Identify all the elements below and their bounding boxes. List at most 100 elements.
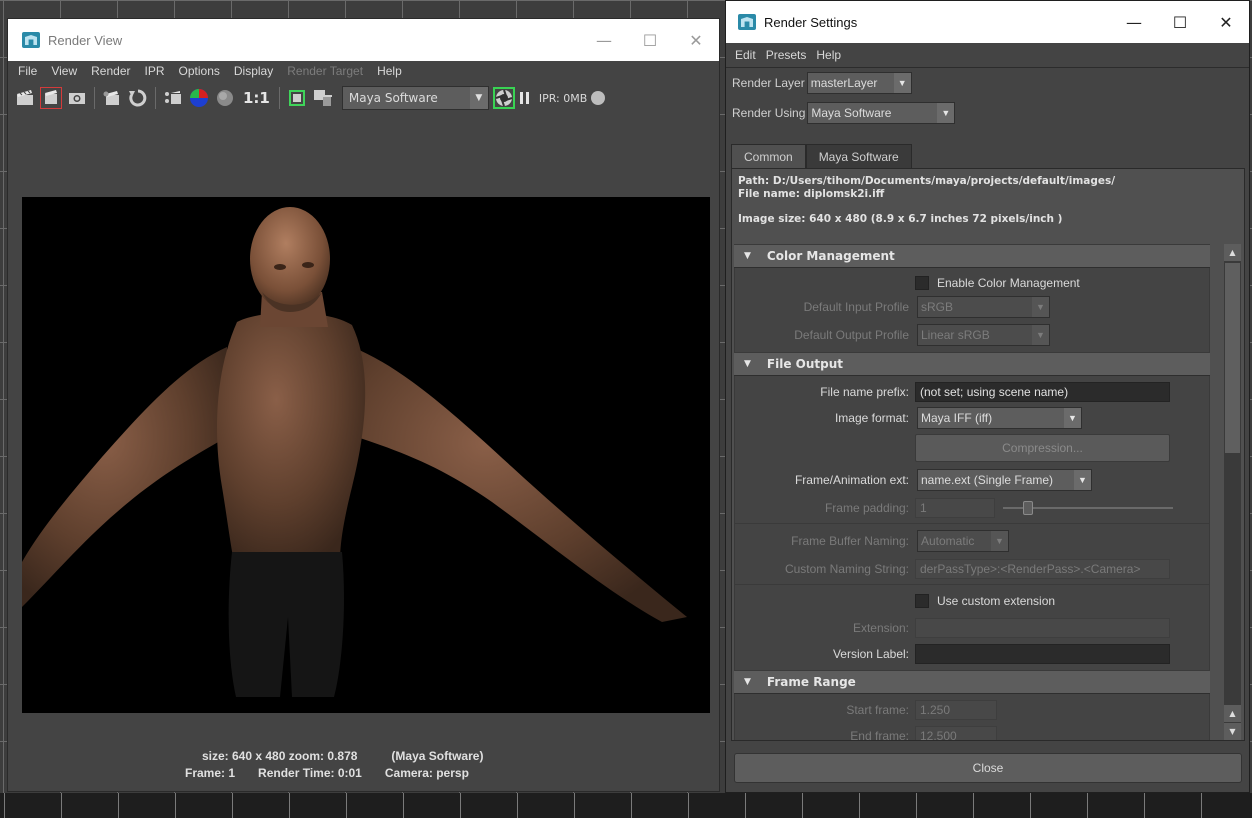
render-view-titlebar[interactable]: Render View — ☐ ✕ bbox=[8, 19, 719, 61]
menu-render-target[interactable]: Render Target bbox=[280, 64, 370, 78]
menu-options[interactable]: Options bbox=[172, 64, 227, 78]
frame-buffer-label: Frame Buffer Naming: bbox=[791, 534, 909, 548]
redo-render-icon[interactable] bbox=[14, 87, 36, 109]
vertical-scrollbar[interactable]: ▲ ▲ ▼ bbox=[1224, 244, 1241, 740]
scroll-up-icon[interactable]: ▲ bbox=[1224, 705, 1241, 722]
output-profile-label: Default Output Profile bbox=[794, 328, 909, 342]
minimize-button[interactable]: — bbox=[1111, 1, 1157, 43]
render-image[interactable] bbox=[22, 197, 710, 713]
ipr-status-icon bbox=[591, 91, 606, 105]
color-management-body: Enable Color Management Default Input Pr… bbox=[734, 268, 1210, 352]
alpha-channel-icon[interactable] bbox=[214, 87, 236, 109]
status-frame: Frame: 1 bbox=[185, 765, 236, 780]
menu-help[interactable]: Help bbox=[811, 48, 846, 62]
render-settings-window: Render Settings — ☐ ✕ Edit Presets Help … bbox=[725, 0, 1250, 793]
display-settings-icon[interactable] bbox=[286, 87, 308, 109]
frame-ext-value: name.ext (Single Frame) bbox=[921, 473, 1054, 487]
scrollbar-thumb[interactable] bbox=[1225, 263, 1240, 453]
start-frame-label: Start frame: bbox=[846, 703, 909, 717]
rgb-channel-icon[interactable] bbox=[188, 87, 210, 109]
tab-maya-software[interactable]: Maya Software bbox=[805, 144, 912, 168]
maya-app-icon bbox=[22, 32, 40, 48]
render-using-value: Maya Software bbox=[811, 106, 892, 120]
input-profile-dropdown[interactable]: sRGB ▼ bbox=[917, 296, 1050, 318]
menu-edit[interactable]: Edit bbox=[730, 48, 761, 62]
section-file-output[interactable]: ▼ File Output bbox=[734, 352, 1210, 376]
keep-image-icon[interactable] bbox=[162, 87, 184, 109]
remove-image-icon[interactable] bbox=[312, 87, 334, 109]
file-prefix-input[interactable]: (not set; using scene name) bbox=[915, 382, 1170, 402]
end-frame-label: End frame: bbox=[850, 729, 909, 740]
section-title: Frame Range bbox=[766, 675, 856, 689]
render-using-dropdown[interactable]: Maya Software ▼ bbox=[807, 102, 956, 124]
frame-buffer-dropdown[interactable]: Automatic ▼ bbox=[917, 530, 1009, 552]
enable-color-management-label: Enable Color Management bbox=[937, 276, 1080, 290]
custom-naming-input[interactable]: derPassType>:<RenderPass>.<Camera> bbox=[915, 559, 1170, 579]
scroll-buttons-bottom: ▲ ▼ bbox=[1224, 705, 1241, 740]
chevron-down-icon: ▼ bbox=[991, 531, 1008, 551]
refresh-ipr-icon[interactable] bbox=[127, 87, 149, 109]
renderer-dropdown[interactable]: Maya Software ▼ bbox=[341, 86, 489, 110]
slider-handle[interactable] bbox=[1023, 501, 1033, 515]
menu-presets[interactable]: Presets bbox=[761, 48, 812, 62]
output-file-name: File name: diplomsk2i.iff bbox=[738, 188, 885, 200]
file-output-body: File name prefix: (not set; using scene … bbox=[734, 376, 1210, 670]
settings-tabs: Common Maya Software bbox=[731, 144, 912, 168]
menu-file[interactable]: File bbox=[11, 64, 44, 78]
start-frame-input[interactable]: 1.250 bbox=[915, 700, 997, 720]
toolbar-separator bbox=[155, 87, 156, 109]
minimize-button[interactable]: — bbox=[581, 19, 627, 61]
render-view-title: Render View bbox=[48, 32, 123, 48]
frame-ext-dropdown[interactable]: name.ext (Single Frame) ▼ bbox=[917, 469, 1092, 491]
chevron-down-icon: ▼ bbox=[937, 103, 955, 123]
close-button[interactable]: ✕ bbox=[1203, 1, 1249, 43]
end-frame-input[interactable]: 12.500 bbox=[915, 726, 997, 740]
menu-render[interactable]: Render bbox=[84, 64, 137, 78]
frame-padding-label: Frame padding: bbox=[824, 501, 909, 515]
section-frame-range[interactable]: ▼ Frame Range bbox=[734, 670, 1210, 694]
output-profile-dropdown[interactable]: Linear sRGB ▼ bbox=[917, 324, 1050, 346]
real-size-button[interactable]: 1:1 bbox=[240, 89, 273, 107]
render-settings-icon[interactable] bbox=[492, 87, 515, 109]
extension-input[interactable] bbox=[915, 618, 1170, 638]
menu-display[interactable]: Display bbox=[227, 64, 280, 78]
file-prefix-label: File name prefix: bbox=[820, 385, 909, 399]
menu-help[interactable]: Help bbox=[370, 64, 409, 78]
close-button[interactable]: ✕ bbox=[673, 19, 719, 61]
custom-naming-label: Custom Naming String: bbox=[784, 562, 909, 576]
frame-padding-input[interactable]: 1 bbox=[915, 498, 995, 518]
maximize-button[interactable]: ☐ bbox=[627, 19, 673, 61]
status-camera: Camera: persp bbox=[384, 765, 469, 780]
scroll-down-icon[interactable]: ▼ bbox=[1224, 723, 1241, 740]
ipr-memory-label: IPR: 0MB bbox=[538, 91, 588, 105]
menu-view[interactable]: View bbox=[44, 64, 84, 78]
version-label-input[interactable] bbox=[915, 644, 1170, 664]
enable-color-management-checkbox[interactable] bbox=[915, 276, 929, 290]
snapshot-icon[interactable] bbox=[66, 87, 88, 109]
custom-extension-checkbox[interactable] bbox=[915, 594, 929, 608]
menu-ipr[interactable]: IPR bbox=[138, 64, 172, 78]
render-layer-label: Render Layer bbox=[732, 76, 805, 90]
section-title: Color Management bbox=[766, 249, 895, 263]
tab-common[interactable]: Common bbox=[731, 144, 806, 168]
extension-label: Extension: bbox=[852, 621, 909, 635]
toolbar-separator bbox=[94, 87, 95, 109]
render-settings-titlebar[interactable]: Render Settings — ☐ ✕ bbox=[726, 1, 1249, 43]
compression-button[interactable]: Compression... bbox=[915, 434, 1170, 462]
frame-padding-slider[interactable] bbox=[1003, 501, 1173, 515]
scroll-up-icon[interactable]: ▲ bbox=[1224, 244, 1241, 261]
pause-icon[interactable] bbox=[519, 87, 531, 109]
section-color-management[interactable]: ▼ Color Management bbox=[734, 244, 1210, 268]
maya-app-icon bbox=[738, 14, 756, 30]
maximize-button[interactable]: ☐ bbox=[1157, 1, 1203, 43]
ipr-render-icon[interactable] bbox=[101, 87, 123, 109]
image-format-dropdown[interactable]: Maya IFF (iff) ▼ bbox=[917, 407, 1082, 429]
close-settings-button[interactable]: Close bbox=[734, 753, 1242, 783]
settings-scroll-area[interactable]: ▼ Color Management Enable Color Manageme… bbox=[734, 244, 1210, 740]
frame-range-body: Start frame: 1.250 End frame: 12.500 bbox=[734, 694, 1210, 740]
render-layer-dropdown[interactable]: masterLayer ▼ bbox=[806, 72, 912, 94]
window-controls: — ☐ ✕ bbox=[1111, 1, 1249, 43]
render-region-icon[interactable] bbox=[40, 87, 62, 109]
render-view-menubar: File View Render IPR Options Display Ren… bbox=[8, 61, 719, 81]
frame-buffer-value: Automatic bbox=[921, 534, 975, 548]
